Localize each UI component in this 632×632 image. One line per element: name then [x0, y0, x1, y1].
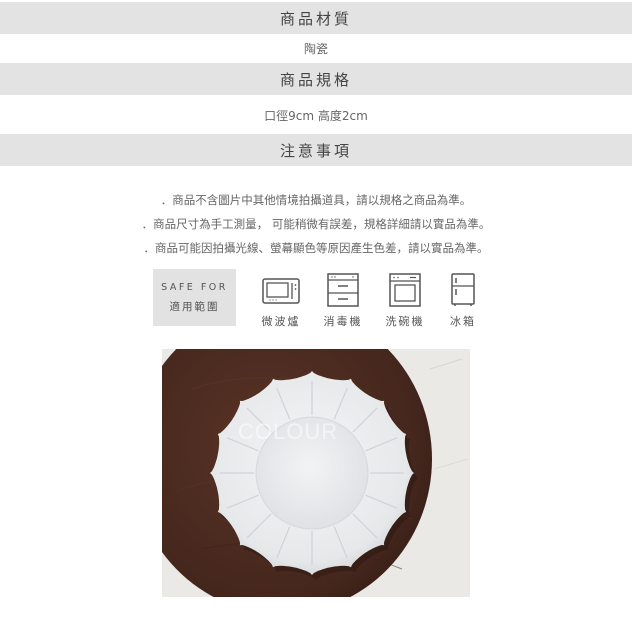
notice-list: ．商品不含圖片中其他情境拍攝道具，請以規格之商品為準。 ．商品尺寸為手工測量， …	[0, 193, 632, 265]
dishwasher-icon	[389, 273, 421, 307]
safe-for-label-zh: 適用範圍	[169, 300, 220, 313]
sterilizer-icon	[327, 273, 359, 307]
product-photo: COLOUR	[162, 349, 470, 597]
appliance-microwave: 微波爐	[249, 273, 313, 329]
product-photo-illustration: COLOUR	[162, 349, 470, 597]
safe-for-badge: SAFE FOR 適用範圍	[153, 269, 236, 326]
appliance-label: 消毒機	[323, 315, 363, 328]
appliance-label: 洗碗機	[385, 315, 425, 328]
appliance-refrigerator: 冰箱	[431, 273, 495, 329]
notice-item: ．商品不含圖片中其他情境拍攝道具，請以規格之商品為準。	[160, 193, 472, 207]
appliance-label: 冰箱	[450, 315, 476, 328]
spec-header: 商品規格	[0, 63, 632, 95]
appliance-sterilizer: 消毒機	[311, 273, 375, 329]
material-value: 陶瓷	[303, 41, 328, 56]
refrigerator-icon	[451, 273, 475, 306]
spec-value: 口徑9cm 高度2cm	[264, 108, 368, 123]
material-header: 商品材質	[0, 2, 632, 34]
safe-for-label-en: SAFE FOR	[161, 281, 228, 293]
notice-item: ．商品可能因拍攝光線、螢幕顯色等原因產生色差，請以實品為準。	[143, 241, 489, 255]
appliance-dishwasher: 洗碗機	[373, 273, 437, 329]
notice-header: 注意事項	[0, 134, 632, 166]
notice-item: ．商品尺寸為手工測量， 可能稍微有誤差，規格詳細請以實品為準。	[141, 217, 491, 231]
appliance-label: 微波爐	[261, 315, 301, 328]
microwave-icon	[262, 278, 300, 304]
photo-watermark: COLOUR	[238, 419, 338, 444]
